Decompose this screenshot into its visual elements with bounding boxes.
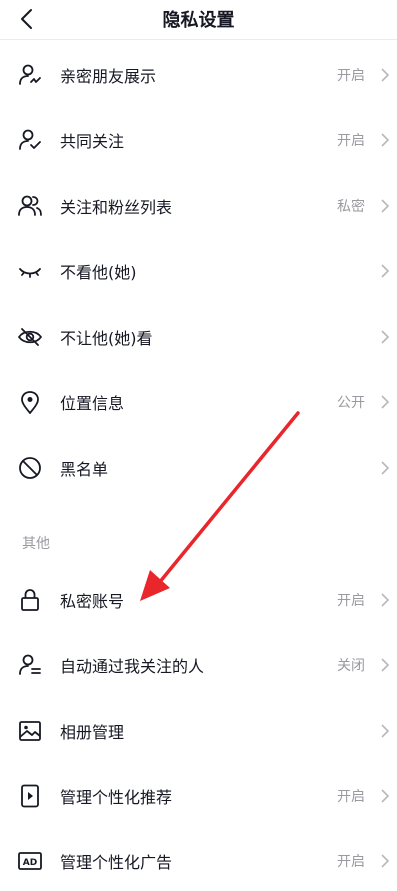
row-value: 开启 [337, 593, 365, 609]
row-personal-ads[interactable]: AD 管理个性化广告 开启 [0, 833, 397, 889]
chevron-right-icon [381, 68, 390, 82]
chevron-right-icon [381, 330, 390, 344]
row-mutual-follow[interactable]: 共同关注 开启 [0, 112, 397, 168]
chevron-right-icon [381, 854, 390, 868]
header-divider [0, 39, 397, 40]
phone-recommend-icon [17, 783, 43, 809]
row-label: 黑名单 [60, 460, 109, 479]
row-value: 私密 [337, 199, 365, 215]
row-label: 私密账号 [60, 592, 125, 611]
user-heart-icon [17, 62, 43, 88]
location-pin-icon [17, 389, 43, 415]
header: 隐私设置 [0, 0, 397, 38]
row-label: 共同关注 [60, 132, 125, 151]
chevron-right-icon [381, 461, 390, 475]
chevron-right-icon [381, 658, 390, 672]
svg-text:AD: AD [23, 858, 37, 868]
page-title: 隐私设置 [162, 10, 235, 31]
eye-closed-icon [17, 258, 43, 284]
row-auto-approve[interactable]: 自动通过我关注的人 关闭 [0, 637, 397, 693]
eye-hidden-icon [17, 324, 43, 350]
row-label: 管理个性化广告 [60, 853, 173, 872]
chevron-right-icon [381, 199, 390, 213]
row-label: 关注和粉丝列表 [60, 198, 173, 217]
row-hide-from[interactable]: 不让他(她)看 [0, 309, 397, 365]
user-auto-icon [17, 652, 43, 678]
row-value: 关闭 [337, 658, 365, 674]
chevron-right-icon [381, 789, 390, 803]
row-label: 位置信息 [60, 394, 125, 413]
lock-icon [17, 587, 43, 613]
row-label: 自动通过我关注的人 [60, 657, 205, 676]
chevron-right-icon [381, 724, 390, 738]
row-dont-see[interactable]: 不看他(她) [0, 243, 397, 299]
chevron-right-icon [381, 264, 390, 278]
block-icon [17, 455, 43, 481]
row-label: 相册管理 [60, 723, 125, 742]
user-check-icon [17, 127, 43, 153]
row-label: 不让他(她)看 [60, 329, 153, 348]
row-location[interactable]: 位置信息 公开 [0, 374, 397, 430]
chevron-right-icon [381, 593, 390, 607]
chevron-right-icon [381, 133, 390, 147]
row-label: 不看他(她) [60, 263, 137, 282]
image-icon [17, 718, 43, 744]
row-label: 亲密朋友展示 [60, 67, 157, 86]
row-value: 开启 [337, 789, 365, 805]
row-close-friends[interactable]: 亲密朋友展示 开启 [0, 47, 397, 103]
row-blacklist[interactable]: 黑名单 [0, 440, 397, 496]
row-value: 开启 [337, 68, 365, 84]
row-follow-fans-list[interactable]: 关注和粉丝列表 私密 [0, 178, 397, 234]
users-icon [17, 193, 43, 219]
row-label: 管理个性化推荐 [60, 788, 173, 807]
row-personal-recommend[interactable]: 管理个性化推荐 开启 [0, 768, 397, 824]
row-value: 开启 [337, 854, 365, 870]
row-private-account[interactable]: 私密账号 开启 [0, 572, 397, 628]
row-value: 公开 [337, 395, 365, 411]
ad-icon: AD [17, 848, 43, 874]
row-album[interactable]: 相册管理 [0, 703, 397, 759]
chevron-right-icon [381, 395, 390, 409]
row-value: 开启 [337, 133, 365, 149]
section-title-other: 其他 [22, 536, 50, 552]
